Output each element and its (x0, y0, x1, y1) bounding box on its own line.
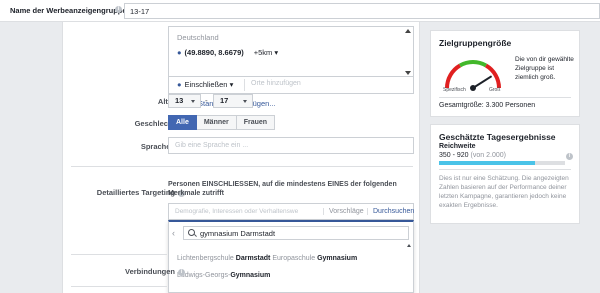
location-entry[interactable]: ● (49.8890, 8.6679) +5km ▾ (177, 48, 278, 57)
age-min-select[interactable]: 13 (168, 94, 201, 108)
info-icon[interactable]: i (178, 268, 185, 276)
detailed-targeting-description: Personen EINSCHLIESSEN, auf die mindeste… (168, 181, 397, 197)
browse-link[interactable]: Durchsuchen (367, 208, 414, 215)
radius-dropdown[interactable]: +5km ▾ (254, 48, 278, 57)
audience-size-card: Zielgruppengröße Spezifisch Groß Die von… (430, 30, 580, 117)
result-item[interactable]: Ludwigs-Georgs-Gymnasium (177, 272, 270, 279)
search-icon (188, 229, 195, 236)
language-input[interactable]: Gib eine Sprache ein ... (168, 137, 414, 154)
pin-icon: ● (177, 48, 182, 57)
divider (71, 254, 167, 255)
connections-label: Verbindungen i (125, 267, 185, 276)
country-label: Deutschland (177, 33, 219, 42)
audience-size-title: Zielgruppengröße (439, 38, 512, 48)
divider (439, 169, 571, 170)
reach-value: 350 - 920 (von 2.000) (439, 152, 506, 159)
gauge-specific-label: Spezifisch (443, 87, 466, 93)
reach-bar-fill (439, 161, 535, 165)
location-list[interactable]: Deutschland ● (49.8890, 8.6679) +5km ▾ (168, 26, 414, 77)
age-separator: - (205, 96, 208, 105)
gender-male-button[interactable]: Männer (196, 115, 237, 130)
location-scrollbar[interactable] (405, 29, 411, 75)
info-icon[interactable]: i (566, 153, 573, 160)
reach-bar (439, 161, 565, 165)
top-bar: Name der Werbeanzeigengruppe i 13-17 (0, 0, 600, 22)
age-max-select[interactable]: 17 (213, 94, 253, 108)
daily-results-title: Geschätzte Tagesergebnisse (439, 132, 556, 142)
info-icon[interactable]: i (115, 6, 122, 13)
reach-label: Reichweite (439, 143, 476, 150)
detailed-targeting-placeholder[interactable]: Demografie, Interessen oder Verhaltenswe (175, 208, 298, 215)
divider (71, 166, 413, 167)
location-coords: (49.8890, 8.6679) (184, 48, 244, 57)
location-search-input[interactable]: Orte hinzufügen (251, 80, 301, 87)
detailed-targeting-input[interactable]: Demografie, Interessen oder Verhaltenswe… (168, 203, 414, 220)
gender-female-button[interactable]: Frauen (236, 115, 276, 130)
dropdown-scrollbar[interactable] (407, 244, 411, 292)
include-dropdown[interactable]: ● Einschließen ▾ (173, 79, 245, 91)
location-input-row: ● Einschließen ▾ Orte hinzufügen (168, 77, 414, 94)
gender-toggle: Alle Männer Frauen (168, 115, 276, 130)
gauge-broad-label: Groß (489, 87, 501, 93)
pin-icon: ● (177, 80, 182, 89)
audience-description: Die von dir gewählte Zielgruppe ist ziem… (515, 56, 574, 81)
ad-set-name-label: Name der Werbeanzeigengruppe (10, 6, 127, 15)
daily-results-card: Geschätzte Tagesergebnisse Reichweite 35… (430, 124, 580, 224)
audience-total: Gesamtgröße: 3.300 Personen (439, 102, 536, 109)
suggestions-link[interactable]: Vorschläge (323, 208, 364, 215)
divider (71, 286, 167, 287)
result-item[interactable]: Lichtenbergschule Darmstadt Europaschule… (177, 255, 357, 262)
detailed-targeting-dropdown: ‹ gymnasium Darmstadt Lichtenbergschule … (168, 220, 414, 293)
dropdown-search-input[interactable]: gymnasium Darmstadt (183, 226, 409, 240)
back-arrow-icon[interactable]: ‹ (172, 228, 175, 238)
targeting-panel: Deutschland ● (49.8890, 8.6679) +5km ▾ ● Ei… (62, 22, 420, 293)
divider (439, 97, 571, 98)
gender-all-button[interactable]: Alle (168, 115, 197, 130)
estimate-note: Dies ist nur eine Schätzung. Die angezei… (439, 175, 569, 209)
ad-set-name-input[interactable]: 13-17 (124, 3, 600, 19)
